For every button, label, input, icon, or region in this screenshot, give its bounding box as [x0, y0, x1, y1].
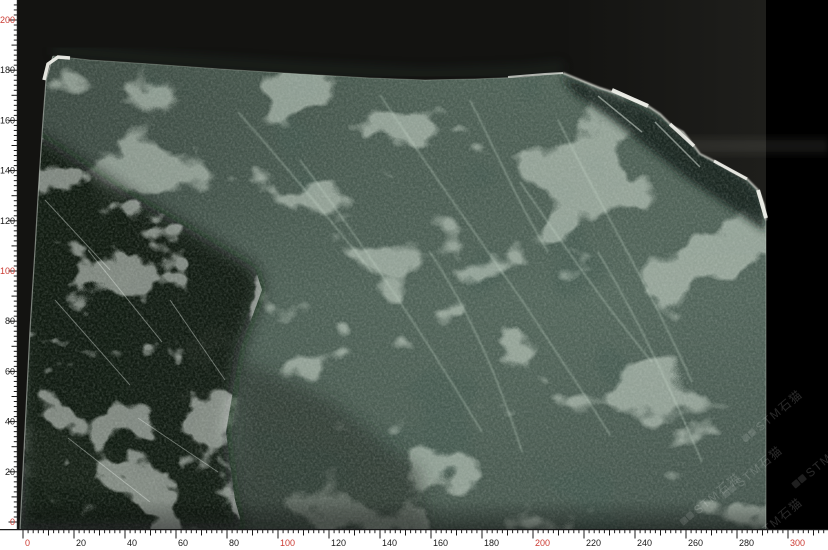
ruler-label: 240	[637, 538, 652, 548]
ruler-label: 100	[0, 266, 15, 276]
ruler-label: 0	[25, 538, 30, 548]
ruler-label: 20	[5, 467, 15, 477]
ruler-strip	[0, 0, 18, 529]
ruler-label: 60	[178, 538, 188, 548]
ruler-label: 20	[76, 538, 86, 548]
ruler-label: 160	[0, 115, 15, 125]
ruler-label: 120	[0, 216, 15, 226]
ruler-left: 0 20 40 60 80 100 120 140 160 180 200	[0, 0, 18, 529]
ruler-label: 180	[0, 65, 15, 75]
ruler-label: 200	[0, 15, 15, 25]
ruler-label: 100	[280, 538, 295, 548]
ruler-label: 120	[331, 538, 346, 548]
ruler-strip	[0, 529, 828, 550]
ruler-label: 180	[484, 538, 499, 548]
ruler-label: 80	[229, 538, 239, 548]
ruler-label: 200	[535, 538, 550, 548]
scan-canvas[interactable]	[0, 0, 828, 550]
ruler-label: 280	[739, 538, 754, 548]
ruler-bottom: 0 20 40 60 80 100 120 140 160 180 200 220 240 260 280 3…	[0, 529, 828, 550]
ruler-label: 220	[586, 538, 601, 548]
ruler-label: 160	[433, 538, 448, 548]
ruler-label: 80	[5, 316, 15, 326]
ruler-label: 40	[127, 538, 137, 548]
ruler-label: 140	[382, 538, 397, 548]
ruler-label: 0	[10, 517, 15, 527]
ruler-label: 60	[5, 366, 15, 376]
ruler-label: 140	[0, 166, 15, 176]
slab-image	[14, 50, 772, 535]
ruler-label: 260	[688, 538, 703, 548]
ruler-label: 40	[5, 417, 15, 427]
slab-scanner-viewport: STM石猫 STM石猫 STM石猫 STM石猫 STM石猫 0204060801…	[0, 0, 828, 550]
ruler-label: 300	[790, 538, 805, 548]
